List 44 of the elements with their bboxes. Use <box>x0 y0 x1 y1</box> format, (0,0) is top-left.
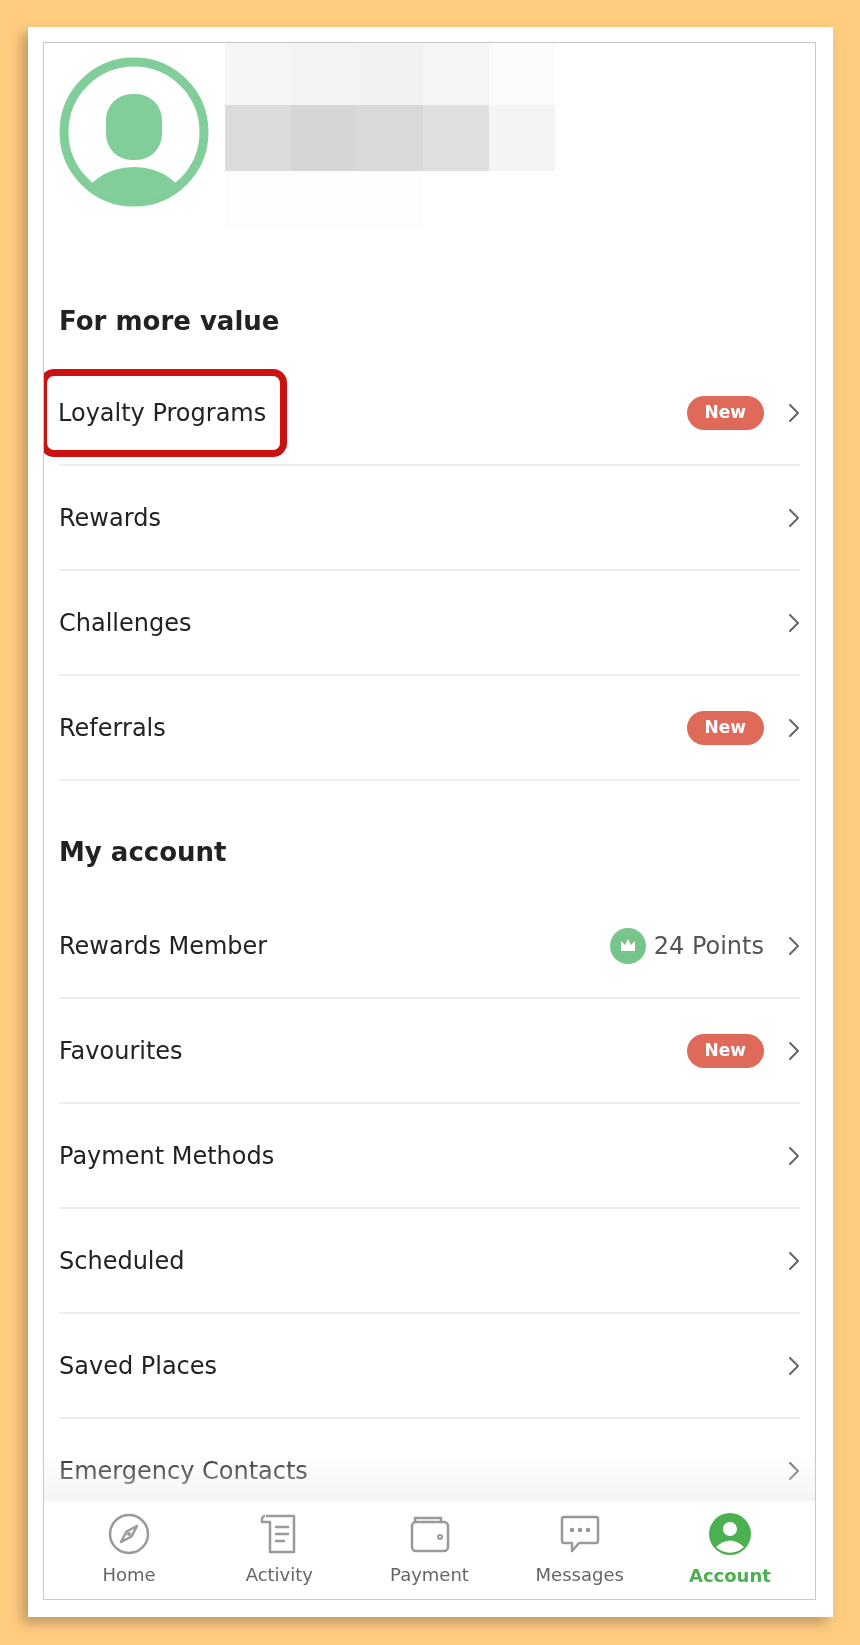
menu-item-label: Rewards Member <box>59 930 268 962</box>
menu-item[interactable]: Scheduled <box>44 1209 800 1312</box>
points-text: 24 Points <box>653 930 764 962</box>
menu-item-label: Loyalty Programs <box>58 397 267 429</box>
menu-item-label: Referrals <box>59 712 166 744</box>
nav-tab[interactable]: Payment <box>354 1501 505 1599</box>
new-badge: New <box>686 1033 764 1068</box>
chevron-icon <box>788 1145 800 1166</box>
crown-icon <box>609 927 646 964</box>
compass-icon <box>108 1512 151 1555</box>
menu-item[interactable]: Saved Places <box>44 1314 800 1417</box>
menu-item[interactable]: Favourites New <box>44 999 800 1102</box>
chevron-icon <box>788 717 800 738</box>
menu-item-label: Saved Places <box>59 1350 218 1382</box>
chevron-icon <box>788 1460 800 1481</box>
menu-item[interactable]: Challenges <box>44 571 800 674</box>
menu-item-label: Emergency Contacts <box>59 1455 308 1487</box>
avatar-icon <box>59 57 209 207</box>
menu-item-label: Payment Methods <box>59 1140 275 1172</box>
menu-item-label: Favourites <box>59 1035 183 1067</box>
menu-item-label: Scheduled <box>59 1245 185 1277</box>
menu-item[interactable]: Loyalty Programs New <box>44 361 800 464</box>
chevron-icon <box>788 1355 800 1376</box>
new-badge: New <box>686 395 764 430</box>
nav-tab[interactable]: Home <box>54 1501 205 1599</box>
menu-item[interactable]: Rewards <box>44 466 800 569</box>
menu-item-label: Rewards <box>59 502 161 534</box>
chevron-icon <box>788 402 800 423</box>
menu-item-label: Challenges <box>59 607 192 639</box>
new-badge: New <box>686 710 764 745</box>
menu-item[interactable]: Referrals New <box>44 676 800 779</box>
menu-item[interactable]: Emergency Contacts <box>44 1419 800 1502</box>
nav-tab[interactable]: Activity <box>204 1501 355 1599</box>
section-heading: For more value <box>59 304 280 338</box>
nav-tab[interactable]: Messages <box>504 1501 655 1599</box>
chevron-icon <box>788 1250 800 1271</box>
menu-item[interactable]: Payment Methods <box>44 1104 800 1207</box>
chevron-icon <box>788 1040 800 1061</box>
menu-item[interactable]: Rewards Member 24 Points <box>44 894 800 997</box>
section-heading: My account <box>59 836 227 869</box>
person-icon <box>707 1511 752 1556</box>
chevron-icon <box>788 612 800 633</box>
chevron-icon <box>788 507 800 528</box>
chevron-icon <box>788 935 800 956</box>
